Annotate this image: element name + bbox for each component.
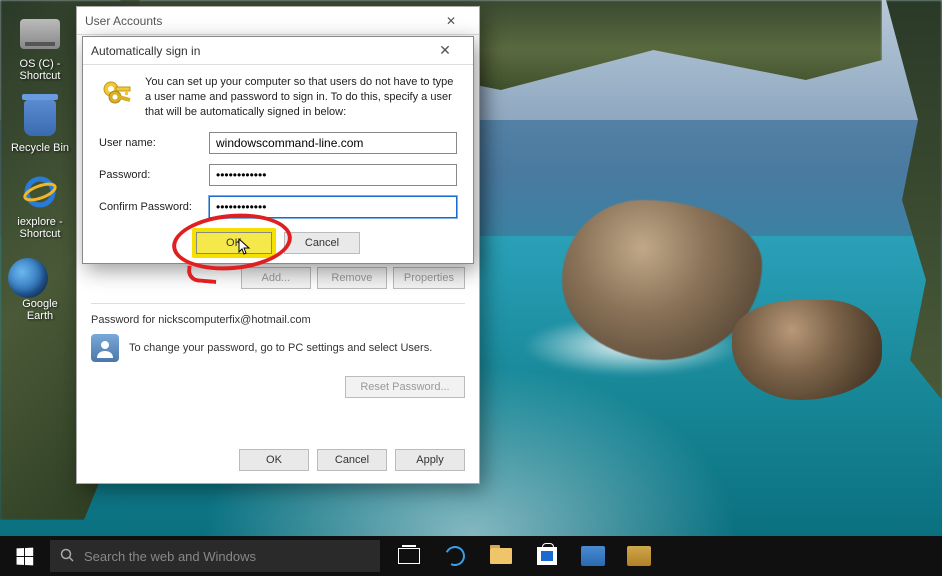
windows-icon [16,547,33,565]
taskbar-app-2[interactable] [616,536,662,576]
desktop-icon-recycle-bin[interactable]: Recycle Bin [8,100,72,154]
apply-button[interactable]: Apply [395,449,465,471]
close-icon[interactable]: ✕ [431,14,471,28]
earth-icon [8,258,48,298]
taskbar-app-1[interactable] [570,536,616,576]
app-icon [581,546,605,566]
ok-button[interactable]: OK [239,449,309,471]
reset-password-button: Reset Password... [345,376,465,398]
cancel-button[interactable]: Cancel [284,232,360,254]
keys-icon [99,75,135,111]
desktop-icon-label: Google Earth [8,298,72,322]
dialog-intro-text: You can set up your computer so that use… [145,75,457,120]
ok-button[interactable]: OK [196,232,272,254]
auto-signin-dialog: Automatically sign in ✕ You can set up y… [82,36,474,264]
search-icon [60,548,74,565]
password-hint: To change your password, go to PC settin… [129,342,432,354]
cancel-button[interactable]: Cancel [317,449,387,471]
desktop-icons: OS (C) - Shortcut Recycle Bin iexplore -… [8,14,78,340]
confirm-password-label: Confirm Password: [99,201,209,213]
desktop-icon-drive[interactable]: OS (C) - Shortcut [8,19,72,82]
remove-button: Remove [317,267,387,289]
user-icon [91,334,119,362]
desktop-icon-iexplore[interactable]: iexplore - Shortcut [8,172,72,240]
username-input[interactable] [209,132,457,154]
file-explorer-button[interactable] [478,536,524,576]
close-icon[interactable]: ✕ [425,42,465,59]
dialog-titlebar[interactable]: User Accounts ✕ [77,7,479,35]
properties-button: Properties [393,267,465,289]
search-placeholder: Search the web and Windows [84,549,256,564]
ie-icon [20,172,60,212]
confirm-password-input[interactable] [209,196,457,218]
edge-icon [442,543,468,569]
start-button[interactable] [0,536,48,576]
desktop-icon-label: OS (C) - Shortcut [8,58,72,82]
folder-icon [490,548,512,564]
dialog-titlebar[interactable]: Automatically sign in ✕ [83,37,473,65]
add-button: Add... [241,267,311,289]
password-section-heading: Password for nickscomputerfix@hotmail.co… [91,314,465,326]
password-label: Password: [99,169,209,181]
dialog-title: User Accounts [85,14,162,28]
desktop-icon-google-earth[interactable]: Google Earth [8,258,72,322]
task-view-button[interactable] [386,536,432,576]
username-label: User name: [99,137,209,149]
store-button[interactable] [524,536,570,576]
search-input[interactable]: Search the web and Windows [50,540,380,572]
app-icon [627,546,651,566]
edge-button[interactable] [432,536,478,576]
password-input[interactable] [209,164,457,186]
task-view-icon [398,548,420,564]
drive-icon [20,19,60,49]
recycle-bin-icon [24,100,56,136]
store-icon [537,547,557,565]
desktop-icon-label: iexplore - Shortcut [8,216,72,240]
desktop-icon-label: Recycle Bin [8,142,72,154]
taskbar: Search the web and Windows [0,536,942,576]
dialog-title: Automatically sign in [91,44,200,58]
